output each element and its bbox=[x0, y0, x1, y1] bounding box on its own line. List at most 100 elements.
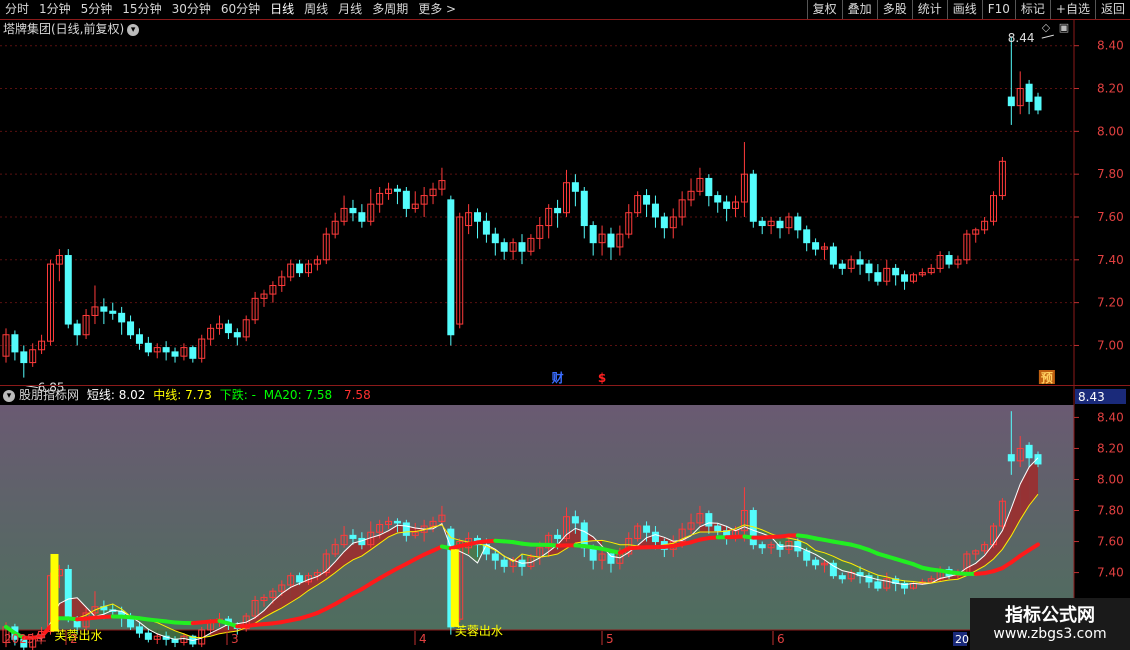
short-label: 短线: bbox=[86, 388, 115, 402]
candle bbox=[518, 242, 526, 252]
candle bbox=[393, 188, 401, 192]
candle bbox=[64, 568, 72, 620]
signal-label: 芙蓉出水 bbox=[54, 629, 102, 643]
candle bbox=[856, 259, 864, 265]
candle bbox=[500, 242, 508, 252]
indicator-tick-label: 7.60 bbox=[1097, 535, 1124, 549]
candle bbox=[776, 220, 784, 229]
month-label: 6 bbox=[777, 632, 785, 646]
candle bbox=[651, 531, 659, 543]
candle bbox=[945, 255, 953, 265]
down-value: - bbox=[251, 388, 256, 402]
event-marker: 财 bbox=[551, 370, 564, 385]
candle bbox=[554, 534, 562, 539]
indicator-header: ▾ 股朋指标网 短线: 8.02 中线: 7.73 下跌: - MA20: 7.5… bbox=[0, 386, 1074, 404]
candle bbox=[758, 220, 766, 227]
candle bbox=[1007, 454, 1015, 462]
candle bbox=[829, 562, 837, 577]
candle bbox=[118, 312, 126, 323]
candle bbox=[749, 173, 757, 222]
candle bbox=[812, 559, 820, 566]
high-price-label: 8.44 bbox=[1008, 31, 1035, 45]
indicator-tick-label: 7.80 bbox=[1097, 504, 1124, 518]
month-label: 2 bbox=[70, 632, 78, 646]
candle bbox=[643, 195, 651, 205]
candle bbox=[500, 559, 508, 567]
time-cursor-label: 20 bbox=[955, 633, 969, 646]
candle bbox=[135, 626, 143, 634]
candle bbox=[171, 351, 179, 357]
candle bbox=[892, 267, 900, 276]
candle bbox=[109, 310, 117, 314]
candle bbox=[607, 553, 615, 564]
candle bbox=[393, 520, 401, 524]
indicator-background bbox=[0, 405, 1074, 630]
candle bbox=[607, 233, 615, 248]
candle bbox=[714, 525, 722, 532]
indicator-tick-label: 8.40 bbox=[1097, 410, 1124, 424]
ma20-label: MA20: bbox=[263, 388, 302, 402]
short-value: 8.02 bbox=[118, 388, 146, 402]
candle bbox=[554, 207, 562, 214]
signal-bar bbox=[450, 549, 459, 627]
candle bbox=[571, 182, 579, 192]
candle bbox=[758, 544, 766, 549]
candle bbox=[189, 347, 197, 359]
extra-value: 7.58 bbox=[343, 388, 371, 402]
candle bbox=[144, 632, 152, 640]
candle bbox=[358, 212, 366, 222]
month-label: 4 bbox=[419, 632, 427, 646]
candle bbox=[705, 177, 713, 197]
candle bbox=[144, 342, 152, 353]
candle bbox=[233, 332, 241, 338]
candle bbox=[571, 516, 579, 524]
candle bbox=[20, 351, 28, 364]
candle bbox=[723, 201, 731, 209]
candle bbox=[838, 575, 846, 580]
price-tick-label: 7.00 bbox=[1097, 338, 1124, 352]
candle bbox=[474, 212, 482, 222]
candle bbox=[402, 522, 410, 536]
candle bbox=[865, 263, 873, 274]
price-tick-label: 8.20 bbox=[1097, 82, 1124, 96]
month-label: 5 bbox=[606, 632, 614, 646]
mid-value: 7.73 bbox=[185, 388, 212, 402]
candle bbox=[874, 272, 882, 282]
candle bbox=[224, 323, 232, 334]
watermark-title: 指标公式网 bbox=[1005, 605, 1095, 626]
candle bbox=[64, 255, 72, 325]
signal-bar bbox=[50, 553, 59, 632]
mid-label: 中线: bbox=[153, 388, 182, 402]
signal-label: 芙蓉出水 bbox=[455, 624, 503, 638]
candle bbox=[162, 347, 170, 353]
down-label: 下跌: bbox=[219, 388, 248, 402]
event-marker: 预 bbox=[1041, 371, 1053, 385]
indicator-name[interactable]: 股朋指标网 bbox=[19, 388, 79, 402]
price-tick-label: 7.20 bbox=[1097, 296, 1124, 310]
price-tick-label: 8.00 bbox=[1097, 124, 1124, 138]
indicator-tick-label: 7.40 bbox=[1097, 566, 1124, 580]
candle bbox=[812, 242, 820, 250]
price-tick-label: 7.80 bbox=[1097, 167, 1124, 181]
candle bbox=[589, 225, 597, 244]
candle bbox=[829, 246, 837, 265]
indicator-menu-icon[interactable]: ▾ bbox=[3, 389, 15, 402]
watermark: 指标公式网 www.zbgs3.com bbox=[970, 598, 1130, 650]
candle bbox=[714, 195, 722, 203]
price-tick-label: 7.60 bbox=[1097, 210, 1124, 224]
candle bbox=[580, 190, 588, 227]
candle bbox=[643, 525, 651, 533]
candle bbox=[127, 321, 135, 336]
candle bbox=[402, 190, 410, 209]
candle bbox=[100, 306, 108, 312]
event-marker: $ bbox=[598, 371, 606, 385]
candle bbox=[660, 216, 668, 229]
candle bbox=[901, 274, 909, 282]
candle bbox=[491, 553, 499, 561]
candle bbox=[874, 581, 882, 589]
candle bbox=[482, 220, 490, 235]
chart-canvas[interactable]: 8.40 8.20 8.00 7.80 7.60 7.40 7.20 7.00 8.40 8.20… bbox=[0, 0, 1130, 650]
candle bbox=[1007, 96, 1015, 107]
candle bbox=[447, 199, 455, 336]
candle bbox=[803, 229, 811, 244]
